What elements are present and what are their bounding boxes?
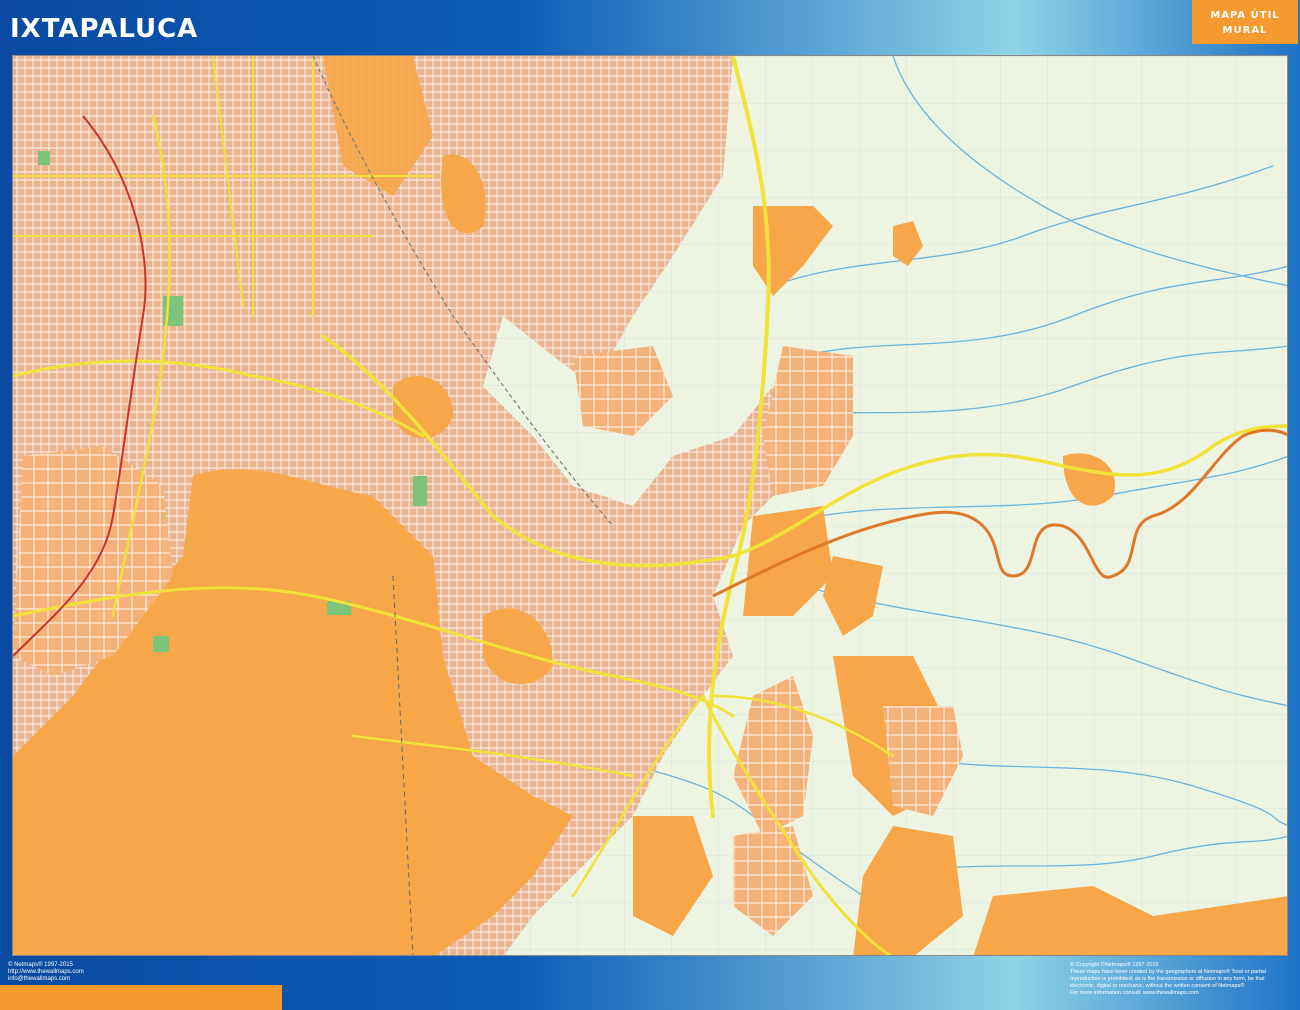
map-title: IXTAPALUCA: [10, 14, 199, 44]
street-map[interactable]: [12, 55, 1288, 956]
footer-credits: © Netmaps® 1997-2015 http://www.thewallm…: [8, 962, 84, 983]
badge-line-2: MURAL: [1222, 25, 1268, 36]
footer-copyright: © Netmaps® 1997-2015: [8, 962, 73, 968]
footer-legal: © Copyright ©Netmaps® 1997-2015 These ma…: [1070, 962, 1294, 997]
map-canvas[interactable]: [13, 56, 1288, 956]
mapa-util-mural-badge[interactable]: MAPA ÚTIL MURAL: [1192, 0, 1298, 44]
footer-website-link[interactable]: http://www.thewallmaps.com: [8, 969, 84, 976]
legal-line: reproduction is prohibited; as is the tr…: [1070, 976, 1265, 982]
legal-line: © Copyright ©Netmaps® 1997-2015: [1070, 962, 1159, 968]
footer-accent-bar: [0, 985, 282, 1010]
badge-line-1: MAPA ÚTIL: [1210, 10, 1280, 21]
legal-line: electronic, digital or mechanic; without…: [1070, 983, 1245, 989]
legal-line: These maps have been created by the geog…: [1070, 969, 1266, 975]
legal-line: For more information consult: www.thewal…: [1070, 990, 1199, 996]
footer-email-link[interactable]: info@thewallmaps.com: [8, 976, 84, 983]
